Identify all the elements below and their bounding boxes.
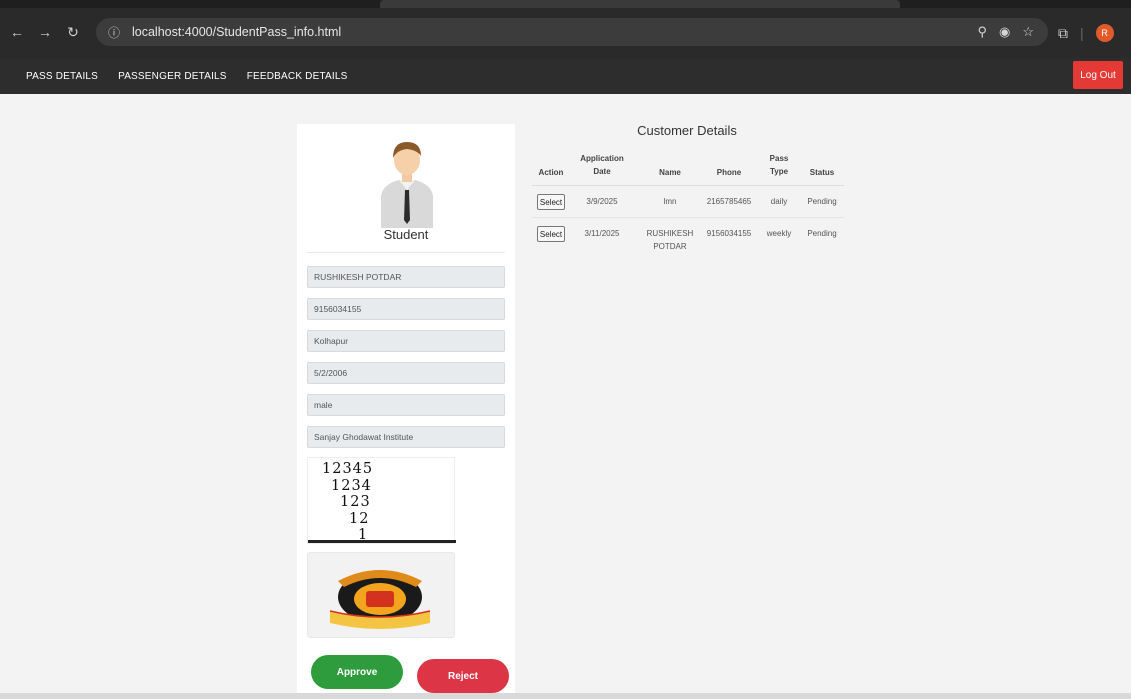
header-status: Status xyxy=(809,168,835,177)
logout-button[interactable]: Log Out xyxy=(1073,61,1123,89)
extensions-icon[interactable]: ⧉ xyxy=(1058,25,1068,42)
header-phone: Phone xyxy=(716,168,742,177)
select-button[interactable]: Select xyxy=(537,226,565,242)
view-icon[interactable]: ◉ xyxy=(999,24,1010,40)
table-row: Select 3/11/2025 RUSHIKESH POTDAR 915603… xyxy=(532,218,844,258)
cell-phone: 9156034155 xyxy=(706,229,752,238)
tab-strip xyxy=(0,0,1131,8)
cell-name-line: POTDAR xyxy=(653,242,687,251)
msrtc-logo-box xyxy=(307,552,455,638)
approve-button[interactable]: Approve xyxy=(311,655,403,689)
city-field[interactable]: Kolhapur xyxy=(307,330,505,352)
student-label: Student xyxy=(383,227,429,242)
cell-pass-type: weekly xyxy=(766,229,792,238)
cell-name-line: RUSHIKESH xyxy=(646,229,694,238)
header-pass-type: Pass Type xyxy=(766,154,792,177)
back-icon[interactable]: ← xyxy=(6,24,28,40)
profile-avatar[interactable]: R xyxy=(1095,24,1114,42)
customer-details-title: Customer Details xyxy=(637,123,737,138)
pass-number-line: 12345 xyxy=(322,461,374,477)
site-info-icon[interactable]: ⓘ xyxy=(108,24,124,41)
cell-name: RUSHIKESH POTDAR xyxy=(644,228,696,252)
header-action: Action xyxy=(538,168,564,177)
url-text: localhost:4000/StudentPass_info.html xyxy=(132,25,342,39)
header-application-date-line: Date xyxy=(593,167,611,176)
pass-number-line: 123 xyxy=(340,494,371,510)
app-navbar: PASS DETAILS PASSENGER DETAILS FEEDBACK … xyxy=(0,58,1131,94)
cell-phone: 2165785465 xyxy=(706,197,752,206)
pass-number-line: 12 xyxy=(349,510,370,527)
cell-name-line: lmn xyxy=(663,197,677,206)
name-field[interactable]: RUSHIKESH POTDAR xyxy=(307,266,505,288)
nav-feedback-details[interactable]: FEEDBACK DETAILS xyxy=(247,71,348,82)
pass-number-pyramid: 12345 1234 123 12 1 xyxy=(322,461,373,544)
cell-date: 3/9/2025 xyxy=(586,197,618,206)
browser-chrome: ← → ↻ ⓘ localhost:4000/StudentPass_info.… xyxy=(0,0,1131,58)
msrtc-logo-icon xyxy=(329,570,431,629)
browser-right-icons: ⧉ | R ⋮ xyxy=(1058,24,1131,42)
bookmark-star-icon[interactable]: ☆ xyxy=(1022,24,1034,40)
browser-toolbar: ← → ↻ ⓘ localhost:4000/StudentPass_info.… xyxy=(0,14,1131,50)
bottom-edge-bar xyxy=(0,693,1131,699)
forward-icon[interactable]: → xyxy=(34,24,56,40)
header-pass-type-line: Type xyxy=(769,167,789,176)
nav-passenger-details[interactable]: PASSENGER DETAILS xyxy=(118,71,227,82)
cell-name: lmn xyxy=(644,196,696,207)
header-pass-type-line: Pass xyxy=(769,154,789,163)
toolbar-divider: | xyxy=(1080,25,1084,41)
header-name: Name xyxy=(659,168,681,177)
dob-field[interactable]: 5/2/2006 xyxy=(307,362,505,384)
pass-document-image: 12345 1234 123 12 1 xyxy=(307,457,456,544)
cell-date: 3/11/2025 xyxy=(584,229,620,238)
header-application-date-line: Application xyxy=(580,154,624,163)
table-row: Select 3/9/2025 lmn 2165785465 daily Pen… xyxy=(532,186,844,218)
pass-number-line: 1234 xyxy=(331,477,372,494)
reject-button[interactable]: Reject xyxy=(417,659,509,693)
select-button[interactable]: Select xyxy=(537,194,565,210)
table-header: Action Application Date Name Phone Pass … xyxy=(532,144,844,186)
phone-field[interactable]: 9156034155 xyxy=(307,298,505,320)
institute-field[interactable]: Sanjay Ghodawat Institute xyxy=(307,426,505,448)
reload-icon[interactable]: ↻ xyxy=(62,24,84,41)
customer-table: Action Application Date Name Phone Pass … xyxy=(532,144,844,258)
zoom-icon[interactable]: ⚲ xyxy=(977,24,987,40)
active-tab[interactable] xyxy=(380,0,900,8)
card-divider xyxy=(307,252,505,253)
cell-status: Pending xyxy=(807,229,837,238)
pass-image-bar xyxy=(308,540,456,543)
cell-pass-type: daily xyxy=(770,197,788,206)
address-bar[interactable]: ⓘ localhost:4000/StudentPass_info.html ⚲… xyxy=(96,18,1048,46)
student-avatar-icon xyxy=(381,142,433,228)
gender-field[interactable]: male xyxy=(307,394,505,416)
omnibox-icons: ⚲ ◉ ☆ xyxy=(977,24,1034,40)
cell-status: Pending xyxy=(807,197,837,206)
student-card: Student RUSHIKESH POTDAR 9156034155 Kolh… xyxy=(297,124,515,699)
menu-kebab-icon[interactable]: ⋮ xyxy=(1126,25,1131,42)
header-application-date: Application Date xyxy=(574,154,630,177)
nav-pass-details[interactable]: PASS DETAILS xyxy=(26,71,98,82)
